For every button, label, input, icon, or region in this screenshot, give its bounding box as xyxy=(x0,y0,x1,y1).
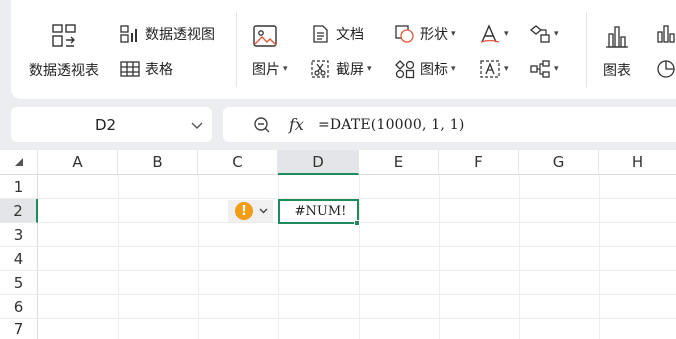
formula-bar[interactable]: fx =DATE(10000, 1, 1) xyxy=(223,107,676,142)
gridline xyxy=(38,318,676,319)
select-all-corner[interactable] xyxy=(0,150,38,175)
chevron-down-icon: ▾ xyxy=(504,64,509,74)
pivot-chart-button[interactable]: 数据透视图 xyxy=(119,24,215,44)
table-label: 表格 xyxy=(145,62,173,78)
chevron-down-icon: ▾ xyxy=(504,29,509,39)
column-header-c[interactable]: C xyxy=(198,150,278,175)
name-box-value: D2 xyxy=(94,115,117,134)
insert-function-button[interactable]: fx xyxy=(289,115,304,134)
text-button[interactable]: 文档 xyxy=(310,24,364,44)
row-header-7[interactable]: 7 xyxy=(0,319,38,339)
chart-button[interactable]: 图表 xyxy=(603,22,631,80)
column-header-b[interactable]: B xyxy=(118,150,198,175)
gridline xyxy=(599,175,600,339)
column-chart-button[interactable] xyxy=(655,24,676,44)
pie-chart-button[interactable] xyxy=(655,59,676,79)
wordart-menu[interactable]: ▾ xyxy=(479,24,509,44)
pivot-table-label: 数据透视表 xyxy=(29,63,99,79)
gridline xyxy=(38,270,676,271)
formula-input[interactable]: =DATE(10000, 1, 1) xyxy=(318,117,465,133)
picture-menu[interactable]: 图片 ▾ xyxy=(252,59,288,79)
gridline xyxy=(519,175,520,339)
chevron-down-icon: ▾ xyxy=(554,64,559,74)
ribbon-toolbar: 数据透视表 数据透视图 表格 图片 ▾ 文档 截屏 ▾ 形状 ▾ 图标 ▾ ▾ ▾ xyxy=(11,0,676,99)
selected-cell-d2[interactable]: #NUM! xyxy=(278,199,359,224)
screenshot-label: 截屏 xyxy=(336,62,364,78)
wordart-icon xyxy=(480,24,500,43)
shape-menu[interactable]: 形状 ▾ xyxy=(394,24,456,44)
mindmap-menu[interactable]: ▾ xyxy=(529,59,559,79)
chevron-down-icon: ▾ xyxy=(451,64,456,74)
shape-icon xyxy=(395,25,414,43)
warning-icon: ! xyxy=(235,202,253,220)
textbox-menu[interactable]: ▾ xyxy=(479,59,509,79)
chevron-down-icon[interactable] xyxy=(182,115,212,134)
pivot-table-button[interactable]: 数据透视表 xyxy=(29,22,99,80)
row-header-2[interactable]: 2 xyxy=(0,199,38,223)
row-header-4[interactable]: 4 xyxy=(0,247,38,271)
row-header-1[interactable]: 1 xyxy=(0,175,38,199)
ribbon-divider xyxy=(236,12,237,87)
spreadsheet-grid[interactable]: A B C D E F G H 1 2 3 4 5 6 7 ! #NUM! xyxy=(0,150,676,339)
fill-handle[interactable] xyxy=(354,220,360,226)
column-header-d[interactable]: D xyxy=(278,150,359,175)
gridline xyxy=(38,294,676,295)
screenshot-menu[interactable]: 截屏 ▾ xyxy=(310,59,372,79)
chevron-down-icon: ▾ xyxy=(283,64,288,74)
flowchart-icon xyxy=(529,25,550,43)
gridline xyxy=(118,175,119,339)
textbox-icon xyxy=(480,60,500,78)
text-label: 文档 xyxy=(336,27,364,43)
formula-row: D2 fx =DATE(10000, 1, 1) xyxy=(0,107,676,143)
picture-icon xyxy=(253,25,277,47)
column-header-f[interactable]: F xyxy=(439,150,519,175)
row-header-5[interactable]: 5 xyxy=(0,271,38,295)
flowchart-menu[interactable]: ▾ xyxy=(529,24,559,44)
gridline xyxy=(439,175,440,339)
document-icon xyxy=(313,25,328,43)
column-header-g[interactable]: G xyxy=(519,150,599,175)
icons-grid-icon xyxy=(395,60,415,79)
chevron-down-icon: ▾ xyxy=(451,29,456,39)
error-check-button[interactable]: ! xyxy=(228,200,273,222)
ribbon-divider xyxy=(586,12,587,87)
scissors-icon xyxy=(311,60,329,78)
shape-label: 形状 xyxy=(420,27,448,43)
mindmap-icon xyxy=(530,60,550,78)
column-header-e[interactable]: E xyxy=(359,150,439,175)
bar-chart-icon xyxy=(606,26,628,48)
icon-menu[interactable]: 图标 ▾ xyxy=(394,59,456,79)
chevron-down-icon xyxy=(259,208,268,214)
chart-label: 图表 xyxy=(603,63,631,79)
chevron-down-icon: ▾ xyxy=(554,29,559,39)
row-header-3[interactable]: 3 xyxy=(0,223,38,247)
row-header-6[interactable]: 6 xyxy=(0,295,38,319)
pivot-table-icon xyxy=(52,24,76,47)
pie-chart-icon xyxy=(657,60,675,78)
pivot-chart-label: 数据透视图 xyxy=(145,27,215,43)
pivot-chart-icon xyxy=(120,25,137,43)
name-box[interactable]: D2 xyxy=(11,107,212,142)
table-button[interactable]: 表格 xyxy=(119,59,173,79)
column-header-h[interactable]: H xyxy=(599,150,676,175)
table-icon xyxy=(120,61,140,77)
picture-label: 图片 xyxy=(252,62,280,78)
gridline xyxy=(38,246,676,247)
gridline xyxy=(198,175,199,339)
picture-button[interactable] xyxy=(251,22,279,50)
column-header-a[interactable]: A xyxy=(38,150,118,175)
column-chart-icon xyxy=(657,25,675,43)
icon-label: 图标 xyxy=(420,62,448,78)
chevron-down-icon: ▾ xyxy=(367,64,372,74)
gridline xyxy=(359,175,360,339)
zoom-icon[interactable] xyxy=(253,116,271,134)
